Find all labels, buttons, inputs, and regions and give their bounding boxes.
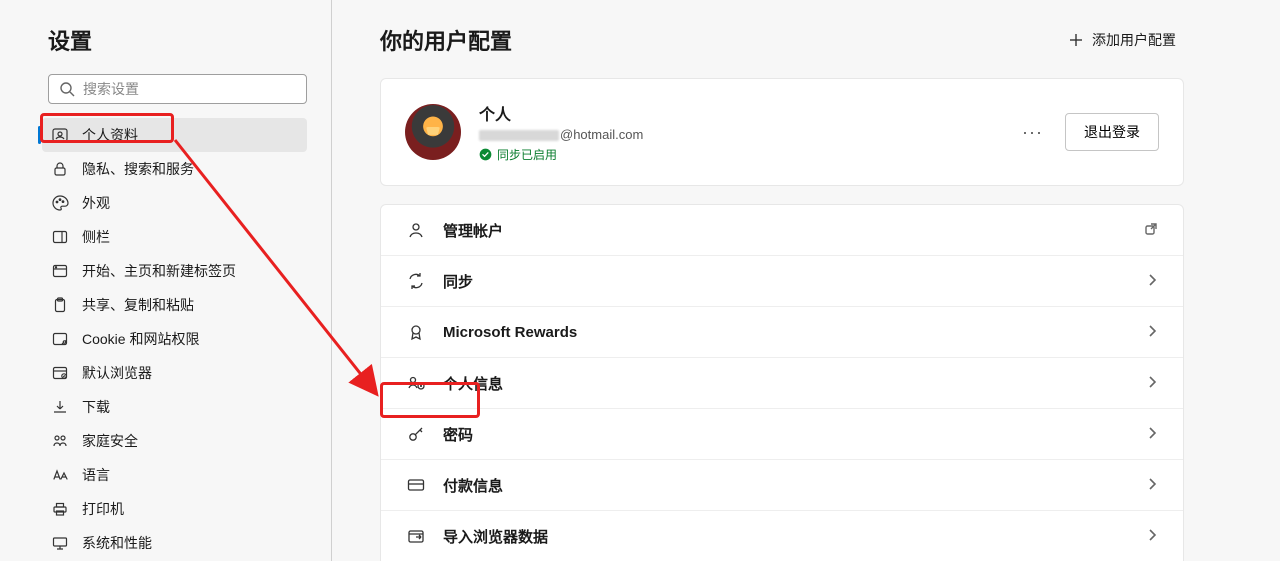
signout-button[interactable]: 退出登录 [1065,113,1159,151]
sidebar-item-label: 家庭安全 [82,431,138,451]
sidebar-item-label: 侧栏 [82,227,110,247]
row-label: 密码 [443,424,1145,445]
sidebar-item-label: 共享、复制和粘贴 [82,295,194,315]
sidebar-item-cookies[interactable]: Cookie 和网站权限 [42,322,307,356]
row-label: 付款信息 [443,475,1145,496]
row-label: 个人信息 [443,373,1145,394]
sidebar-item-label: 外观 [82,193,110,213]
sidebar-item-printers[interactable]: 打印机 [42,492,307,526]
row-label: 管理帐户 [443,220,1143,241]
search-box[interactable] [48,74,307,104]
settings-sidebar: 设置 个人资料 隐私、搜索和服务 外观 侧栏 [0,0,332,561]
external-link-icon [1143,221,1159,240]
chevron-right-icon [1145,477,1159,494]
palette-icon [50,193,70,213]
printer-icon [50,499,70,519]
sidebar-item-profiles[interactable]: 个人资料 [42,118,307,152]
language-icon [50,465,70,485]
add-profile-label: 添加用户配置 [1092,30,1176,50]
sidebar-item-default-browser[interactable]: 默认浏览器 [42,356,307,390]
check-circle-icon [479,148,492,161]
row-import[interactable]: 导入浏览器数据 [381,510,1183,561]
sync-icon [405,270,427,292]
profile-card: 个人 @hotmail.com 同步已启用 ··· 退出登录 [380,78,1184,186]
sidebar-item-label: 个人资料 [82,125,138,145]
card-icon [405,474,427,496]
profile-name: 个人 [479,101,998,125]
chevron-right-icon [1145,375,1159,392]
sidebar-item-label: Cookie 和网站权限 [82,329,199,349]
family-icon [50,431,70,451]
plus-icon [1068,32,1084,48]
person-card-icon [50,125,70,145]
email-redacted [479,130,559,141]
sidebar-item-start[interactable]: 开始、主页和新建标签页 [42,254,307,288]
page-title: 你的用户配置 [380,24,512,56]
avatar [405,104,461,160]
row-manage-account[interactable]: 管理帐户 [381,205,1183,255]
rewards-icon [405,321,427,343]
more-button[interactable]: ··· [1016,118,1049,147]
email-suffix: @hotmail.com [560,127,643,142]
settings-nav: 个人资料 隐私、搜索和服务 外观 侧栏 开始、主页和新建标签页 共享、复制和粘贴 [48,118,307,561]
clipboard-icon [50,295,70,315]
chevron-right-icon [1145,324,1159,341]
sidebar-item-share[interactable]: 共享、复制和粘贴 [42,288,307,322]
sidebar-item-downloads[interactable]: 下载 [42,390,307,424]
row-label: 导入浏览器数据 [443,526,1145,547]
import-icon [405,525,427,547]
person-icon [405,219,427,241]
row-label: 同步 [443,271,1145,292]
sidebar-item-languages[interactable]: 语言 [42,458,307,492]
sidebar-item-label: 打印机 [82,499,124,519]
profile-email: @hotmail.com [479,127,998,142]
sidebar-item-label: 语言 [82,465,110,485]
sidebar-item-label: 系统和性能 [82,533,152,553]
search-input[interactable] [83,81,296,97]
row-rewards[interactable]: Microsoft Rewards [381,306,1183,357]
browser-icon [50,363,70,383]
personal-info-icon [405,372,427,394]
cookie-icon [50,329,70,349]
row-passwords[interactable]: 密码 [381,408,1183,459]
add-profile-button[interactable]: 添加用户配置 [1060,24,1184,56]
row-personal-info[interactable]: 个人信息 [381,357,1183,408]
sidebar-item-label: 默认浏览器 [82,363,152,383]
sync-status-label: 同步已启用 [497,146,557,163]
row-sync[interactable]: 同步 [381,255,1183,306]
chevron-right-icon [1145,426,1159,443]
row-payment[interactable]: 付款信息 [381,459,1183,510]
sidebar-item-appearance[interactable]: 外观 [42,186,307,220]
row-label: Microsoft Rewards [443,324,1145,341]
download-icon [50,397,70,417]
sidebar-item-privacy[interactable]: 隐私、搜索和服务 [42,152,307,186]
lock-icon [50,159,70,179]
key-icon [405,423,427,445]
main-panel: 你的用户配置 添加用户配置 个人 @hotmail.com 同步已启用 ··· [332,0,1280,561]
home-tab-icon [50,261,70,281]
sidebar-item-label: 隐私、搜索和服务 [82,159,194,179]
chevron-right-icon [1145,273,1159,290]
search-icon [59,81,75,97]
system-icon [50,533,70,553]
sidebar-item-family[interactable]: 家庭安全 [42,424,307,458]
sidebar-item-label: 下载 [82,397,110,417]
chevron-right-icon [1145,528,1159,545]
sync-status: 同步已启用 [479,146,998,163]
sidebar-icon [50,227,70,247]
profile-settings-list: 管理帐户 同步 Microsoft Rewards 个人信息 密码 [380,204,1184,561]
sidebar-item-label: 开始、主页和新建标签页 [82,261,236,281]
settings-title: 设置 [48,24,307,56]
sidebar-item-system[interactable]: 系统和性能 [42,526,307,560]
sidebar-item-sidebar[interactable]: 侧栏 [42,220,307,254]
